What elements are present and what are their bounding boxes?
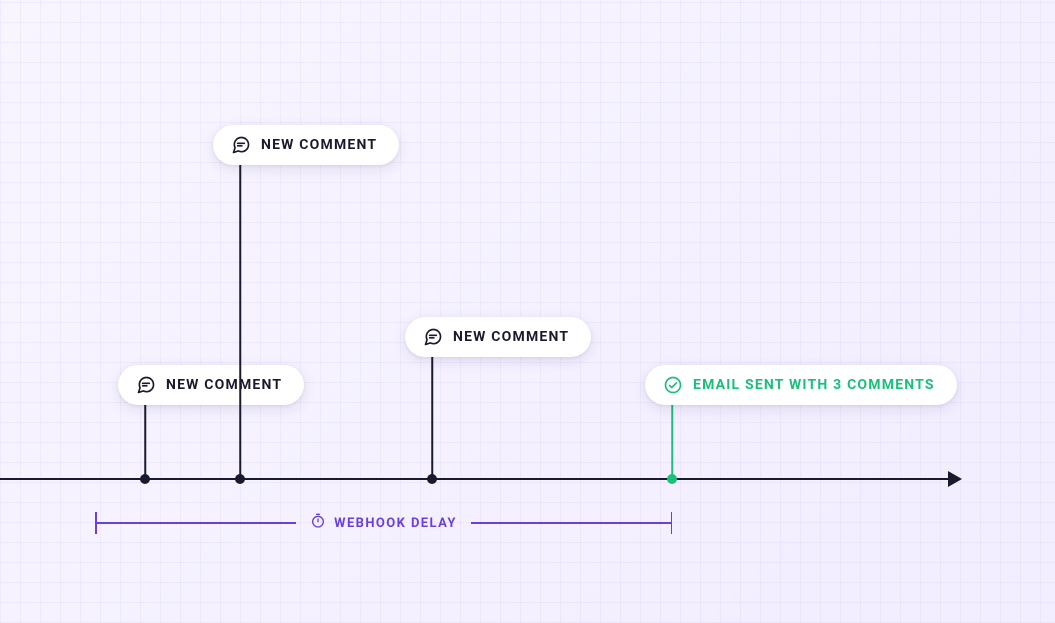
event-dot (235, 474, 245, 484)
comment-icon (423, 327, 443, 347)
event-label: NEW COMMENT (261, 137, 377, 153)
event-stem (671, 400, 673, 478)
event-stem (239, 160, 241, 478)
bracket-cap (671, 512, 673, 534)
delay-label-group: WEBHOOK DELAY (296, 513, 471, 533)
event-label: EMAIL SENT WITH 3 COMMENTS (693, 377, 935, 393)
stopwatch-icon (310, 513, 326, 533)
event-dot (427, 474, 437, 484)
event-stem (431, 352, 433, 478)
comment-icon (136, 375, 156, 395)
webhook-delay-bracket: WEBHOOK DELAY (95, 512, 672, 534)
bracket-line (97, 522, 297, 524)
arrow-right-icon (948, 471, 962, 487)
event-pill-comment: NEW COMMENT (213, 125, 399, 165)
event-dot (667, 474, 677, 484)
event-label: NEW COMMENT (453, 329, 569, 345)
event-dot (140, 474, 150, 484)
event-pill-comment: NEW COMMENT (405, 317, 591, 357)
event-stem (144, 400, 146, 478)
check-circle-icon (663, 375, 683, 395)
event-pill-comment: NEW COMMENT (118, 365, 304, 405)
bracket-line (471, 522, 671, 524)
event-pill-sent: EMAIL SENT WITH 3 COMMENTS (645, 365, 957, 405)
comment-icon (231, 135, 251, 155)
event-label: NEW COMMENT (166, 377, 282, 393)
delay-label-text: WEBHOOK DELAY (334, 516, 457, 531)
